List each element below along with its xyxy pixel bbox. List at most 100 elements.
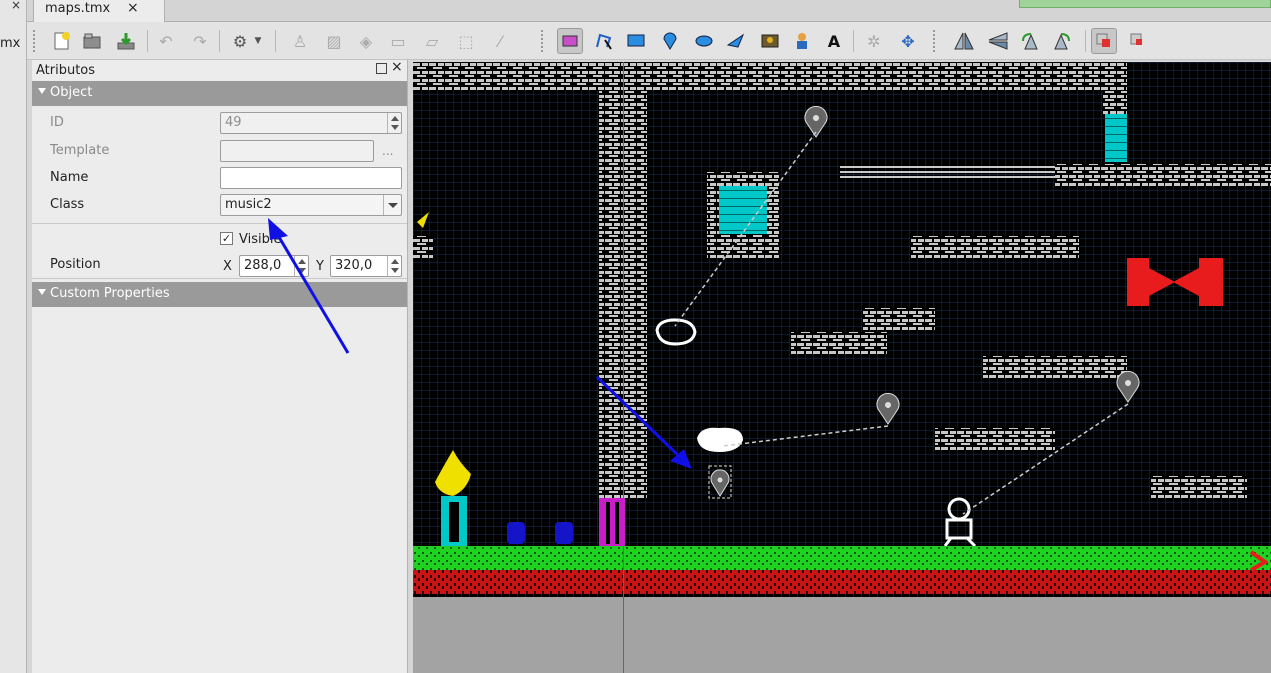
id-field: 49 xyxy=(220,112,402,134)
insert-template-icon[interactable] xyxy=(789,28,815,54)
divider xyxy=(32,278,407,279)
magenta-pillar xyxy=(599,498,625,546)
y-position-input[interactable]: 320,0 xyxy=(330,255,402,277)
insert-tile-icon[interactable] xyxy=(757,28,783,54)
tab-bar: maps.tmx × xyxy=(27,0,1271,22)
window-glass xyxy=(719,186,767,234)
section-label: Object xyxy=(50,85,93,100)
close-icon[interactable]: × xyxy=(391,59,403,75)
name-input[interactable] xyxy=(220,167,402,189)
flip-vertical-icon[interactable] xyxy=(985,28,1011,54)
magic-wand-icon[interactable]: ⁄ xyxy=(487,28,513,54)
rotate-right-icon[interactable] xyxy=(1049,28,1075,54)
divider xyxy=(32,223,407,224)
new-map-icon[interactable] xyxy=(49,28,75,54)
brick-platform xyxy=(791,332,887,354)
show-hovered-icon[interactable] xyxy=(1125,28,1151,54)
cyan-door-right xyxy=(1105,114,1127,162)
map-canvas[interactable] xyxy=(413,62,1271,673)
dirt-ground xyxy=(413,570,1271,594)
id-label: ID xyxy=(50,115,64,130)
highlight-layer-icon[interactable] xyxy=(1091,28,1117,54)
close-icon[interactable]: × xyxy=(11,0,21,12)
toolbar-separator xyxy=(1085,30,1086,52)
open-icon[interactable] xyxy=(79,28,105,54)
insert-ellipse-icon[interactable] xyxy=(691,28,717,54)
stamp-brush-icon[interactable]: ♙ xyxy=(287,28,313,54)
close-tab-icon[interactable]: × xyxy=(127,0,139,16)
edit-polygons-icon[interactable] xyxy=(591,28,617,54)
flip-horizontal-icon[interactable] xyxy=(951,28,977,54)
properties-panel: Atributos × Object ID 49 Template ... Na… xyxy=(32,59,408,673)
template-field xyxy=(220,140,374,162)
insert-point-icon[interactable] xyxy=(657,28,683,54)
template-browse-button[interactable]: ... xyxy=(382,144,393,158)
id-value: 49 xyxy=(225,115,242,130)
toolbar-grip[interactable] xyxy=(933,30,937,52)
brick-platform xyxy=(863,308,935,330)
collapse-arrow-icon[interactable] xyxy=(38,289,46,295)
wang-fill-icon[interactable]: ✥ xyxy=(895,28,921,54)
eraser-icon[interactable]: ▱ xyxy=(419,28,445,54)
y-value: 320,0 xyxy=(335,258,373,273)
chevron-down-icon[interactable] xyxy=(383,195,401,215)
x-value: 288,0 xyxy=(244,258,282,273)
shape-fill-icon[interactable]: ▭ xyxy=(385,28,411,54)
visible-label: Visible xyxy=(239,232,282,247)
bucket-fill-icon[interactable]: ◈ xyxy=(353,28,379,54)
section-label: Custom Properties xyxy=(50,286,170,301)
main-toolbar: ↶ ↷ ⚙ ▼ ♙ ▨ ◈ ▭ ▱ ⬚ ⁄ A ✲ ✥ xyxy=(27,22,1271,60)
toolbar-grip[interactable] xyxy=(33,30,37,52)
blue-block xyxy=(507,522,525,544)
chevron-down-icon[interactable]: ▼ xyxy=(251,28,265,54)
toolbar-separator xyxy=(275,30,276,52)
panel-title: Atributos xyxy=(36,63,96,78)
insert-text-icon[interactable]: A xyxy=(821,28,847,54)
object-section-header[interactable]: Object xyxy=(32,81,407,106)
brick-platform xyxy=(911,236,1079,258)
brick-pillar-right xyxy=(1103,90,1127,114)
rail-lines xyxy=(840,176,1055,178)
y-spinner[interactable] xyxy=(387,256,401,276)
redo-icon[interactable]: ↷ xyxy=(187,28,213,54)
class-label: Class xyxy=(50,197,85,212)
brick-fragment-left xyxy=(413,236,433,258)
map-view[interactable] xyxy=(413,62,1271,673)
random-mode-icon[interactable]: ✲ xyxy=(861,28,887,54)
template-label: Template xyxy=(50,143,110,158)
y-label: Y xyxy=(316,259,324,274)
id-spinner xyxy=(387,113,401,133)
collapse-arrow-icon[interactable] xyxy=(38,88,46,94)
toolbar-grip[interactable] xyxy=(541,30,545,52)
brick-ledge-upper-right xyxy=(1055,164,1271,186)
visible-checkbox[interactable]: ✓ xyxy=(220,232,233,245)
blue-block xyxy=(555,522,573,544)
x-position-input[interactable]: 288,0 xyxy=(239,255,309,277)
tab-maps[interactable]: maps.tmx × xyxy=(33,0,165,22)
left-dock-label: mx xyxy=(0,36,21,51)
toolbar-separator xyxy=(853,30,854,52)
custom-properties-header[interactable]: Custom Properties xyxy=(32,282,407,307)
terrain-brush-icon[interactable]: ▨ xyxy=(321,28,347,54)
undo-icon[interactable]: ↶ xyxy=(153,28,179,54)
x-spinner[interactable] xyxy=(294,256,308,276)
left-dock-strip: × mx xyxy=(0,0,27,673)
brick-platform xyxy=(935,428,1055,450)
position-label: Position xyxy=(50,257,101,272)
map-grid xyxy=(413,62,1271,597)
toolbar-separator xyxy=(147,30,148,52)
rail-lines xyxy=(840,166,1055,168)
select-objects-icon[interactable] xyxy=(557,28,583,54)
commands-icon[interactable]: ⚙ xyxy=(227,28,253,54)
rotate-left-icon[interactable] xyxy=(1017,28,1043,54)
class-combobox[interactable]: music2 xyxy=(220,194,402,216)
magenta-pillar-stripe xyxy=(606,502,610,544)
brick-platform xyxy=(1151,476,1247,498)
brick-ceiling xyxy=(413,62,1127,90)
insert-polygon-icon[interactable] xyxy=(723,28,749,54)
rail-lines xyxy=(840,171,1055,173)
insert-rectangle-icon[interactable] xyxy=(623,28,649,54)
save-icon[interactable] xyxy=(113,28,139,54)
rectangle-select-icon[interactable]: ⬚ xyxy=(453,28,479,54)
float-icon[interactable] xyxy=(376,63,387,74)
